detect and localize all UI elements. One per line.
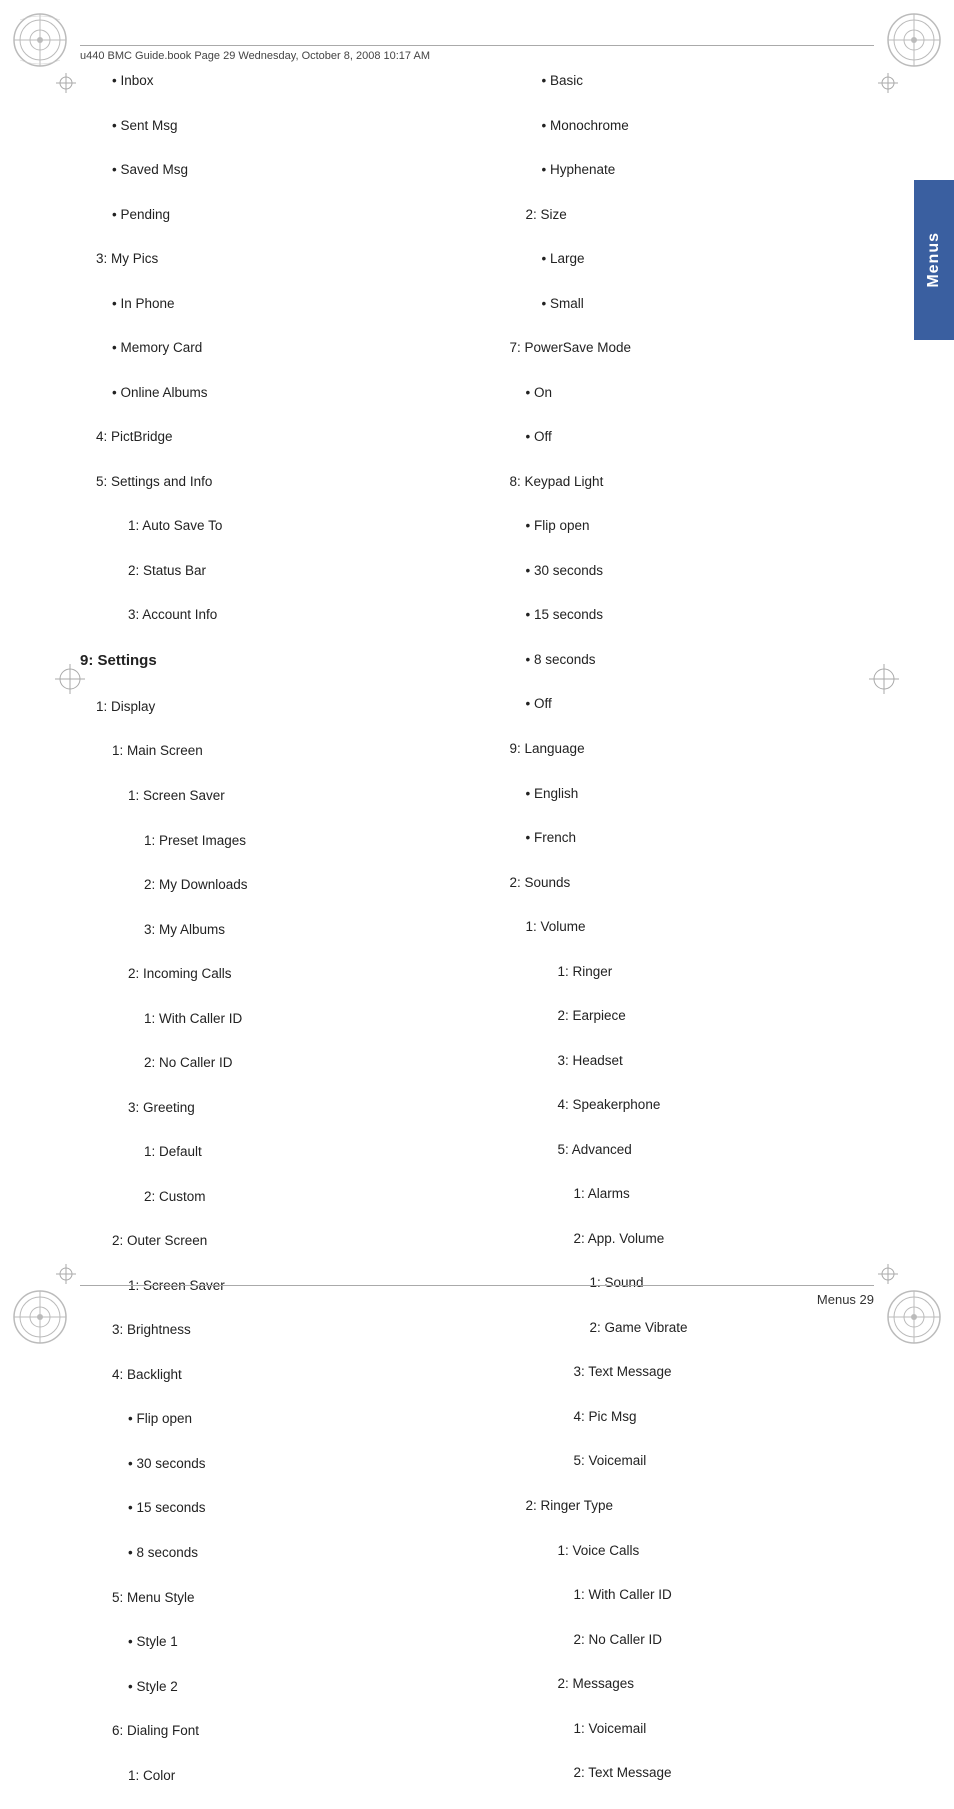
left-menu-item: 5: Settings and Info	[80, 471, 470, 493]
left-menu-item: 2: Incoming Calls	[80, 963, 470, 985]
right-menu-item: • 30 seconds	[510, 560, 900, 582]
main-content: • Inbox • Sent Msg • Saved Msg • Pending 3: …	[80, 70, 899, 1257]
left-menu-item: 2: Custom	[80, 1186, 470, 1208]
right-menu-item: 2: Size	[510, 204, 900, 226]
left-menu-item: • Flip open	[80, 1408, 470, 1430]
left-menu-item: • Pending	[80, 204, 470, 226]
page-number: Menus 29	[817, 1292, 874, 1307]
right-menu-item: 5: Voicemail	[510, 1450, 900, 1472]
left-menu-item: 9: Settings	[80, 649, 470, 674]
left-menu-item: 1: Preset Images	[80, 830, 470, 852]
left-menu-item: 3: Account Info	[80, 604, 470, 626]
right-menu-item: • Off	[510, 426, 900, 448]
right-menu-item: 2: No Caller ID	[510, 1629, 900, 1651]
left-menu-item: 3: My Albums	[80, 919, 470, 941]
right-menu-item: 1: Voice Calls	[510, 1540, 900, 1562]
right-menu-item: 1: Volume	[510, 916, 900, 938]
right-menu-item: • English	[510, 783, 900, 805]
right-menu-item: 2: App. Volume	[510, 1228, 900, 1250]
left-menu-item: • 15 seconds	[80, 1497, 470, 1519]
right-menu-item: • 15 seconds	[510, 604, 900, 626]
right-menu-item: 2: Messages	[510, 1673, 900, 1695]
header-bar: u440 BMC Guide.book Page 29 Wednesday, O…	[80, 45, 874, 62]
left-menu-item: 2: Status Bar	[80, 560, 470, 582]
right-menu-item: 4: Pic Msg	[510, 1406, 900, 1428]
right-menu-item: • 8 seconds	[510, 649, 900, 671]
corner-decoration-tr	[884, 10, 944, 70]
crosshair-top-left	[56, 73, 76, 93]
right-menu-item: • Large	[510, 248, 900, 270]
right-menu-item: 1: Ringer	[510, 961, 900, 983]
right-menu-item: • Hyphenate	[510, 159, 900, 181]
right-menu-item: 5: Advanced	[510, 1139, 900, 1161]
left-menu-item: • Style 2	[80, 1676, 470, 1698]
left-menu-item: 1: Color	[80, 1765, 470, 1787]
right-menu-item: • French	[510, 827, 900, 849]
right-menu-item: • Basic	[510, 70, 900, 92]
side-tab-menus: Menus	[914, 180, 954, 340]
right-menu-item: 2: Earpiece	[510, 1005, 900, 1027]
left-menu-item: 4: Backlight	[80, 1364, 470, 1386]
right-menu-item: • On	[510, 382, 900, 404]
left-menu-item: 1: Display	[80, 696, 470, 718]
left-menu-item: • 30 seconds	[80, 1453, 470, 1475]
left-menu-item: • 8 seconds	[80, 1542, 470, 1564]
left-menu-item: 3: Brightness	[80, 1319, 470, 1341]
right-menu-item: 9: Language	[510, 738, 900, 760]
right-menu-item: 1: Alarms	[510, 1183, 900, 1205]
left-menu-item: 1: Auto Save To	[80, 515, 470, 537]
right-menu-item: • Small	[510, 293, 900, 315]
right-menu-item: 2: Sounds	[510, 872, 900, 894]
left-menu-item: • Inbox	[80, 70, 470, 92]
left-menu-item: 1: With Caller ID	[80, 1008, 470, 1030]
right-menu-item: • Off	[510, 693, 900, 715]
left-menu-item: • Sent Msg	[80, 115, 470, 137]
right-menu-item: 8: Keypad Light	[510, 471, 900, 493]
left-menu-item: 2: My Downloads	[80, 874, 470, 896]
corner-decoration-bl	[10, 1287, 70, 1347]
right-menu-item: 2: Game Vibrate	[510, 1317, 900, 1339]
right-menu-item: • Flip open	[510, 515, 900, 537]
left-menu-item: 1: Default	[80, 1141, 470, 1163]
book-reference: u440 BMC Guide.book Page 29 Wednesday, O…	[80, 50, 430, 62]
left-menu-item: 3: My Pics	[80, 248, 470, 270]
right-menu-item: 1: Voicemail	[510, 1718, 900, 1740]
left-menu-item: • Online Albums	[80, 382, 470, 404]
right-menu-item: 2: Ringer Type	[510, 1495, 900, 1517]
left-menu-item: 1: Screen Saver	[80, 785, 470, 807]
right-column: • Basic • Monochrome • Hyphenate 2: Size • L…	[490, 70, 900, 1257]
side-tab-label: Menus	[925, 232, 943, 288]
left-menu-item: 5: Menu Style	[80, 1587, 470, 1609]
right-menu-item: 3: Text Message	[510, 1361, 900, 1383]
left-menu-item: 2: No Caller ID	[80, 1052, 470, 1074]
footer: Menus 29	[80, 1285, 874, 1307]
left-menu-item: 3: Greeting	[80, 1097, 470, 1119]
right-menu-item: 2: Text Message	[510, 1762, 900, 1784]
left-menu-item: • Memory Card	[80, 337, 470, 359]
crosshair-bottom-left	[56, 1264, 76, 1284]
left-menu-item: 6: Dialing Font	[80, 1720, 470, 1742]
left-column: • Inbox • Sent Msg • Saved Msg • Pending 3: …	[80, 70, 490, 1257]
left-menu-item: 4: PictBridge	[80, 426, 470, 448]
right-menu-item: 1: With Caller ID	[510, 1584, 900, 1606]
left-menu-item: • Saved Msg	[80, 159, 470, 181]
right-menu-item: • Monochrome	[510, 115, 900, 137]
right-menu-item: 3: Headset	[510, 1050, 900, 1072]
left-menu-item: • In Phone	[80, 293, 470, 315]
left-menu-item: • Style 1	[80, 1631, 470, 1653]
right-menu-item: 4: Speakerphone	[510, 1094, 900, 1116]
right-menu-item: 7: PowerSave Mode	[510, 337, 900, 359]
left-menu-item: 2: Outer Screen	[80, 1230, 470, 1252]
corner-decoration-tl	[10, 10, 70, 70]
left-menu-item: 1: Main Screen	[80, 740, 470, 762]
